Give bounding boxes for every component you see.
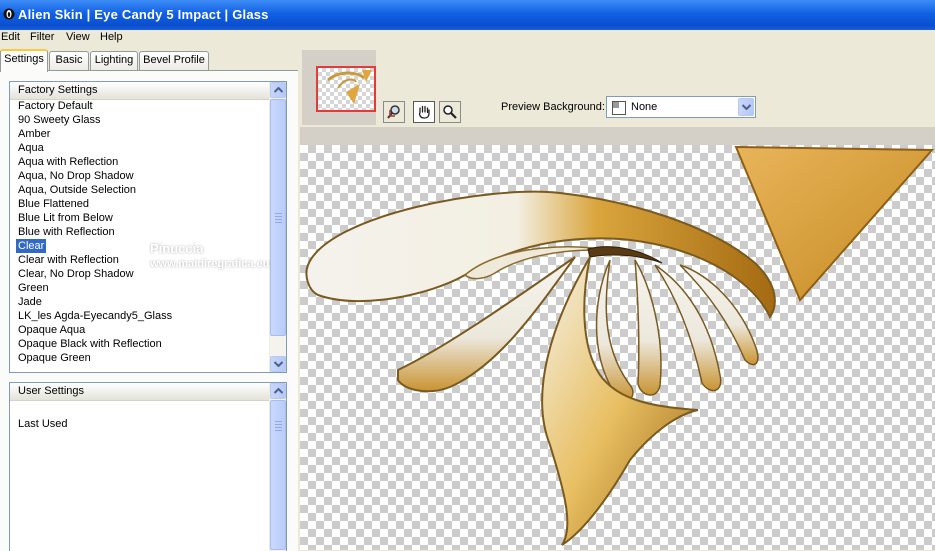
list-item[interactable]: Blue Flattened [16, 197, 174, 211]
preview-divider [300, 127, 935, 145]
zoom-tool-button[interactable] [439, 101, 461, 123]
tab-lighting[interactable]: Lighting [90, 51, 138, 70]
menu-edit[interactable]: Edit [1, 31, 20, 43]
list-item[interactable]: Last Used [16, 417, 70, 431]
menu-view[interactable]: View [66, 31, 90, 43]
list-item[interactable]: Aqua, No Drop Shadow [16, 169, 174, 183]
watermark-logo-icon [123, 224, 147, 255]
chevron-down-icon [274, 361, 283, 367]
tab-bevel-profile[interactable]: Bevel Profile [139, 51, 209, 70]
hand-icon [418, 105, 430, 119]
watermark-name: Pinuccia [150, 241, 204, 256]
list-item[interactable]: Jade [16, 295, 174, 309]
background-swatch-icon [612, 101, 626, 115]
list-item[interactable]: Opaque Black with Reflection [16, 337, 174, 351]
list-item[interactable]: 90 Sweety Glass [16, 113, 174, 127]
chevron-down-icon [742, 104, 751, 110]
user-settings-list[interactable]: User Settings Last Used [9, 382, 287, 551]
magnifier-icon [443, 105, 457, 119]
user-settings-header: User Settings [10, 383, 269, 401]
tab-basic[interactable]: Basic [49, 51, 89, 70]
preview-background-label: Preview Background: [501, 101, 605, 113]
watermark: Pinuccia www.maidiregrafica.eu [120, 222, 310, 282]
list-item[interactable]: LK_les Agda-Eyecandy5_Glass [16, 309, 174, 323]
scroll-up-button[interactable] [270, 82, 286, 98]
list-item-selected[interactable]: Clear [16, 239, 47, 253]
hand-tool-button[interactable] [413, 101, 435, 123]
user-settings-items: Last Used [16, 417, 70, 431]
scroll-thumb[interactable] [270, 400, 286, 550]
menu-help[interactable]: Help [100, 31, 123, 43]
list-item[interactable]: Aqua, Outside Selection [16, 183, 174, 197]
title-bar: Alien Skin | Eye Candy 5 Impact | Glass [0, 0, 935, 30]
tab-settings[interactable]: Settings [0, 49, 48, 72]
window-title: Alien Skin | Eye Candy 5 Impact | Glass [18, 7, 269, 22]
factory-settings-header: Factory Settings [10, 82, 269, 100]
scroll-thumb[interactable] [270, 99, 286, 336]
menu-filter[interactable]: Filter [30, 31, 54, 43]
list-item[interactable]: Factory Default [16, 99, 174, 113]
list-item[interactable]: Amber [16, 127, 174, 141]
watermark-url: www.maidiregrafica.eu [150, 258, 270, 270]
hand-zoom-tool-button[interactable] [383, 101, 405, 123]
chevron-up-icon [274, 87, 283, 93]
preview-background-select[interactable]: None [606, 96, 756, 118]
scroll-up-button[interactable] [270, 383, 286, 399]
list-item[interactable]: Green [16, 281, 174, 295]
preview-canvas[interactable] [300, 145, 935, 550]
menu-bar: Edit Filter View Help [0, 30, 935, 48]
dropdown-button[interactable] [738, 98, 754, 116]
chevron-up-icon [274, 388, 283, 394]
list-item[interactable]: Aqua [16, 141, 174, 155]
user-settings-scrollbar[interactable] [269, 383, 286, 551]
list-item[interactable]: Opaque Green [16, 351, 174, 365]
tab-bar: Settings Basic Lighting Bevel Profile [0, 49, 300, 72]
magnifier-hand-icon [387, 105, 400, 119]
list-item[interactable]: Aqua with Reflection [16, 155, 174, 169]
app-icon [3, 8, 15, 20]
scroll-down-button[interactable] [270, 356, 286, 372]
navigator-thumbnail[interactable] [316, 66, 376, 112]
preview-background-value: None [631, 101, 658, 113]
glass-effect-image [305, 145, 935, 546]
thumbnail-image [327, 70, 372, 104]
list-item[interactable]: Opaque Aqua [16, 323, 174, 337]
